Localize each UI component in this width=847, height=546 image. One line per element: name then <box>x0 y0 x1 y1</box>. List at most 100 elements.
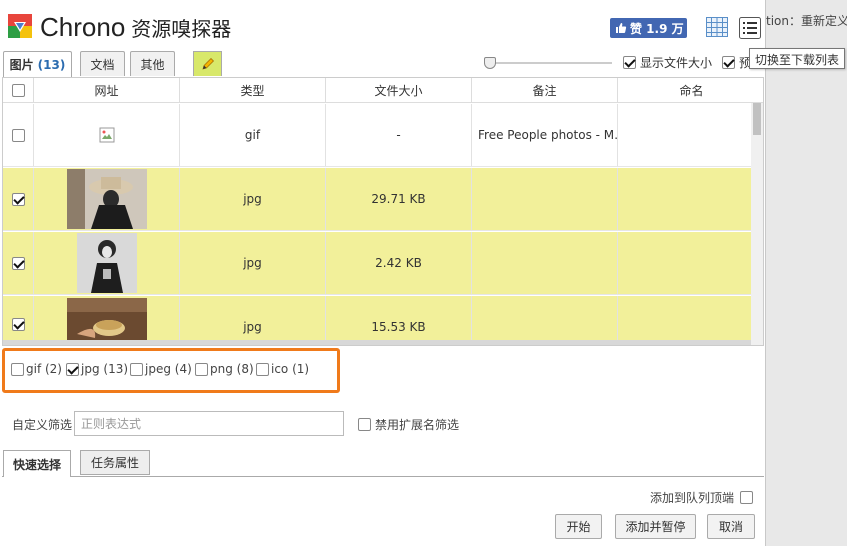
tab-images-label: 图片 <box>9 58 34 72</box>
tab-task-properties[interactable]: 任务属性 <box>80 450 150 475</box>
filter-ico-checkbox[interactable] <box>256 362 269 376</box>
table-row[interactable]: jpg 2.42 KB <box>3 232 753 295</box>
thumbs-up-icon <box>616 23 627 33</box>
note-cell <box>472 296 618 345</box>
like-count: 赞 1.9 万 <box>630 21 684 36</box>
resource-table: 网址 类型 文件大小 备注 命名 gif - Free People photo… <box>2 77 764 346</box>
note-cell <box>472 168 618 230</box>
disable-ext-filter-checkbox[interactable] <box>358 418 371 431</box>
filter-gif-checkbox[interactable] <box>11 362 24 376</box>
disable-ext-filter-option[interactable]: 禁用扩展名筛选 <box>358 416 459 433</box>
cancel-button[interactable]: 取消 <box>707 514 755 539</box>
filter-jpg-label: jpg (13) <box>81 362 129 376</box>
row-checkbox[interactable] <box>11 318 25 331</box>
tab-documents-label: 文档 <box>90 57 115 72</box>
add-and-pause-button[interactable]: 添加并暂停 <box>615 514 696 539</box>
background-page <box>766 0 847 546</box>
add-to-queue-top-label: 添加到队列顶端 <box>650 491 735 505</box>
size-cell: 2.42 KB <box>326 232 472 294</box>
show-file-size-label: 显示文件大小 <box>640 56 713 70</box>
tab-others-label: 其他 <box>140 57 165 72</box>
type-cell: jpg <box>180 296 326 345</box>
url-cell <box>34 104 180 166</box>
type-cell: gif <box>180 104 326 166</box>
app-title-sub: 资源嗅探器 <box>131 19 232 41</box>
filter-png[interactable]: png (8) <box>195 362 254 376</box>
select-all-checkbox[interactable] <box>11 84 25 97</box>
filter-png-checkbox[interactable] <box>195 362 208 376</box>
filter-png-label: png (8) <box>210 362 254 376</box>
tab-quick-select-label: 快速选择 <box>12 457 61 472</box>
tooltip: 切换至下载列表 <box>749 48 846 69</box>
filter-jpg[interactable]: jpg (13) <box>66 362 128 376</box>
filter-jpeg-label: jpeg (4) <box>145 362 192 376</box>
thumbnail-image[interactable] <box>66 169 147 229</box>
row-checkbox-cell <box>3 232 34 294</box>
url-cell <box>34 232 180 294</box>
table-row[interactable]: jpg 15.53 KB <box>3 296 753 345</box>
filter-ico[interactable]: ico (1) <box>256 362 309 376</box>
add-to-queue-top-option[interactable]: 添加到队列顶端 <box>650 489 754 506</box>
tab-task-properties-label: 任务属性 <box>90 456 139 470</box>
filter-gif[interactable]: gif (2) <box>11 362 62 376</box>
url-cell <box>34 168 180 230</box>
size-cell: 29.71 KB <box>326 168 472 230</box>
preview-checkbox[interactable] <box>722 56 735 69</box>
custom-filter-label: 自定义筛选 <box>12 418 73 432</box>
download-list-icon[interactable] <box>739 17 761 39</box>
column-header-note[interactable]: 备注 <box>472 78 618 103</box>
table-row[interactable]: jpg 29.71 KB <box>3 168 753 231</box>
row-checkbox-cell <box>3 168 34 230</box>
name-cell[interactable] <box>618 168 753 230</box>
vertical-scrollbar-thumb[interactable] <box>753 103 761 135</box>
chrono-popup: Chrono 资源嗅探器 赞 1.9 万 图片 (13) 文档 其他 显示文件大… <box>0 0 766 546</box>
thumbnail-image[interactable] <box>66 298 147 342</box>
tab-images-count: (13) <box>37 57 66 72</box>
show-file-size-option[interactable]: 显示文件大小 <box>623 54 712 71</box>
row-checkbox-cell <box>3 296 34 345</box>
thumbnail-size-slider[interactable] <box>484 56 614 70</box>
column-header-url[interactable]: 网址 <box>34 78 180 103</box>
filter-jpg-checkbox[interactable] <box>66 362 79 376</box>
disable-ext-filter-label: 禁用扩展名筛选 <box>375 418 460 432</box>
add-to-queue-top-checkbox[interactable] <box>740 491 754 504</box>
name-cell[interactable] <box>618 232 753 294</box>
column-header-size[interactable]: 文件大小 <box>326 78 472 103</box>
name-cell[interactable] <box>618 296 753 345</box>
show-file-size-checkbox[interactable] <box>623 56 636 69</box>
filter-ico-label: ico (1) <box>271 362 310 376</box>
horizontal-scrollbar[interactable] <box>3 340 753 345</box>
size-cell: 15.53 KB <box>326 296 472 345</box>
tab-others[interactable]: 其他 <box>130 51 175 76</box>
vertical-scrollbar[interactable] <box>751 103 763 345</box>
start-button[interactable]: 开始 <box>555 514 602 539</box>
tab-quick-select[interactable]: 快速选择 <box>3 450 71 477</box>
preview-option[interactable]: 预 <box>722 54 751 71</box>
name-cell[interactable] <box>618 104 753 166</box>
column-header-name[interactable]: 命名 <box>618 78 763 103</box>
app-title: Chrono 资源嗅探器 <box>40 12 231 43</box>
slider-thumb[interactable] <box>484 57 496 69</box>
url-cell <box>34 296 180 345</box>
row-checkbox[interactable] <box>11 128 25 142</box>
table-row[interactable]: gif - Free People photos - M… <box>3 104 753 167</box>
pencil-icon <box>201 58 214 70</box>
grid-view-icon[interactable] <box>706 17 728 37</box>
thumbnail-image[interactable] <box>76 233 137 293</box>
filter-jpeg[interactable]: jpeg (4) <box>130 362 192 376</box>
slider-track <box>488 62 612 64</box>
background-page-text: tion：重新定义 <box>766 14 847 28</box>
edit-tab[interactable] <box>193 51 222 76</box>
tab-images[interactable]: 图片 (13) <box>3 51 72 77</box>
row-checkbox[interactable] <box>11 192 25 206</box>
filter-gif-label: gif (2) <box>26 362 62 376</box>
size-cell: - <box>326 104 472 166</box>
column-header-type[interactable]: 类型 <box>180 78 326 103</box>
filter-jpeg-checkbox[interactable] <box>130 362 143 376</box>
type-cell: jpg <box>180 232 326 294</box>
note-cell <box>472 232 618 294</box>
tab-documents[interactable]: 文档 <box>80 51 125 76</box>
regex-input[interactable]: 正则表达式 <box>74 411 344 436</box>
row-checkbox[interactable] <box>11 256 25 270</box>
facebook-like-button[interactable]: 赞 1.9 万 <box>610 18 687 38</box>
